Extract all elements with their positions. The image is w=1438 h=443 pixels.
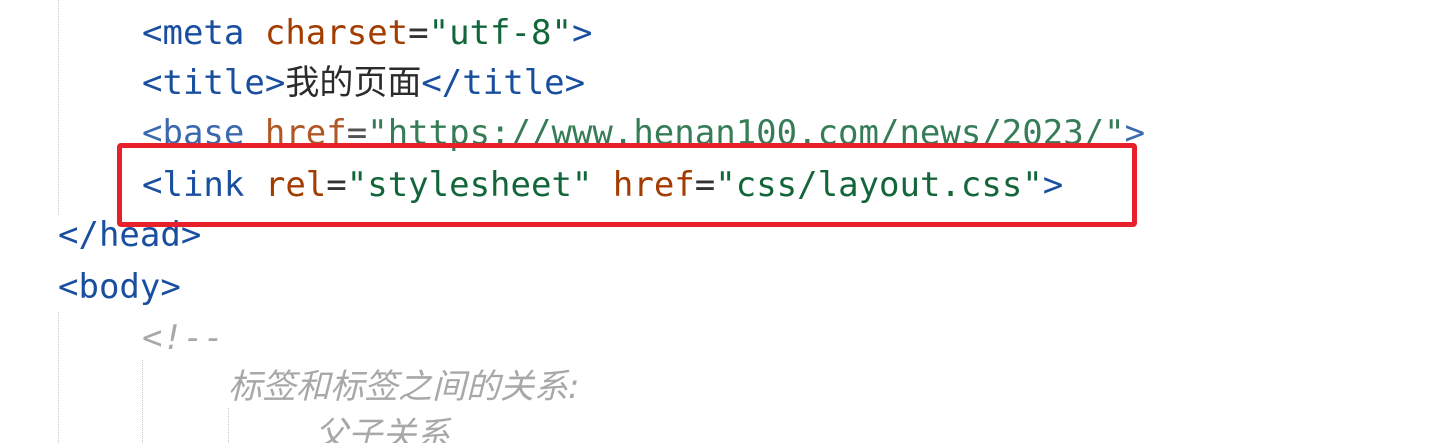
highlight-annotation-box [117,143,1137,227]
tag-open: < [142,13,163,53]
indent-guide [58,312,59,443]
tag-name: title [162,63,265,103]
tag-open: < [142,63,163,103]
code-line-meta: <meta charset="utf-8"> [142,8,592,58]
indent-guide [58,0,59,215]
indent-guide [228,408,229,443]
end-tag-close: > [564,63,586,103]
end-tag-open: </ [58,215,99,255]
attr-value: "utf-8" [428,13,572,53]
tag-name: body [78,267,161,307]
attr-name: charset [264,13,409,53]
indent-guide [142,360,143,443]
tag-name: meta [162,13,245,53]
end-tag-open: </ [421,63,463,103]
tag-close: > [571,13,593,53]
attr-eq: = [408,13,429,53]
code-line-comment-text: 标签和标签之间的关系: [228,367,580,407]
code-line-title: <title>我的页面</title> [142,58,585,108]
tag-close: > [264,63,286,103]
code-line-comment-start: <!-- [142,318,224,358]
tag-close: > [160,267,181,307]
end-tag-name: title [462,63,565,103]
code-editor[interactable]: <meta charset="utf-8"> <title>我的页面</titl… [0,0,1438,443]
tag-open: < [58,267,79,307]
code-line-comment-text: 父子关系 [314,415,450,443]
code-line-body-open: <body> [58,262,181,312]
title-text: 我的页面 [285,63,422,103]
